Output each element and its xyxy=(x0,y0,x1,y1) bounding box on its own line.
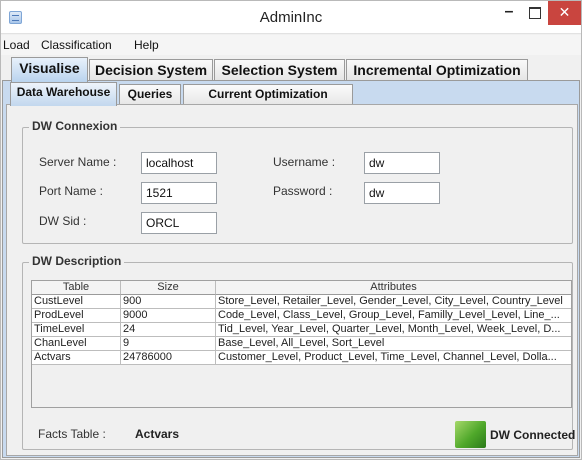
table-cell: Code_Level, Class_Level, Group_Level, Fa… xyxy=(216,309,571,323)
port-name-label: Port Name : xyxy=(39,184,104,198)
username-label: Username : xyxy=(273,155,336,169)
menu-help[interactable]: Help xyxy=(134,38,159,52)
table-cell: 9000 xyxy=(121,309,216,323)
connection-status-text: DW Connected xyxy=(490,428,576,442)
tab-data-warehouse[interactable]: Data Warehouse xyxy=(10,82,117,106)
window-title: AdminInc xyxy=(259,9,323,26)
table-cell: TimeLevel xyxy=(32,323,121,337)
menu-classification[interactable]: Classification xyxy=(41,38,112,52)
table-cell: ProdLevel xyxy=(32,309,121,323)
minimize-button[interactable]: – xyxy=(496,1,522,25)
tab-selection-system[interactable]: Selection System xyxy=(214,59,345,81)
tab-incremental-optimization[interactable]: Incremental Optimization xyxy=(346,59,528,81)
menu-load[interactable]: Load xyxy=(3,38,30,52)
tab-visualise[interactable]: Visualise xyxy=(11,57,88,82)
table-cell: Customer_Level, Product_Level, Time_Leve… xyxy=(216,351,571,365)
main-tab-bar: Visualise Decision System Selection Syst… xyxy=(1,57,581,82)
password-label: Password : xyxy=(273,184,333,198)
table-cell: 900 xyxy=(121,295,216,309)
maximize-button[interactable] xyxy=(524,1,546,25)
dw-connexion-title: DW Connexion xyxy=(29,119,121,133)
tab-queries[interactable]: Queries xyxy=(119,84,181,105)
facts-table-label: Facts Table : xyxy=(38,427,106,441)
username-input[interactable] xyxy=(364,152,440,174)
table-cell: ChanLevel xyxy=(32,337,121,351)
close-button[interactable]: ✕ xyxy=(548,1,581,25)
table-cell: Actvars xyxy=(32,351,121,365)
connection-status-icon xyxy=(455,421,486,448)
table-row[interactable]: Actvars 24786000 Customer_Level, Product… xyxy=(32,351,571,365)
password-input[interactable] xyxy=(364,182,440,204)
column-header-attributes[interactable]: Attributes xyxy=(216,281,571,295)
tab-decision-system[interactable]: Decision System xyxy=(89,59,213,81)
table-cell: Tid_Level, Year_Level, Quarter_Level, Mo… xyxy=(216,323,571,337)
server-name-input[interactable] xyxy=(141,152,217,174)
column-header-table[interactable]: Table xyxy=(32,281,121,295)
column-header-size[interactable]: Size xyxy=(121,281,216,295)
dw-sid-label: DW Sid : xyxy=(39,214,87,228)
table-row[interactable]: ProdLevel 9000 Code_Level, Class_Level, … xyxy=(32,309,571,323)
server-name-label: Server Name : xyxy=(39,155,117,169)
dw-description-title: DW Description xyxy=(29,254,125,268)
dw-sid-input[interactable] xyxy=(141,212,217,234)
table-row[interactable]: ChanLevel 9 Base_Level, All_Level, Sort_… xyxy=(32,337,571,351)
table-row[interactable]: CustLevel 900 Store_Level, Retailer_Leve… xyxy=(32,295,571,309)
table-cell: CustLevel xyxy=(32,295,121,309)
dw-description-table[interactable]: Table Size Attributes CustLevel 900 Stor… xyxy=(31,280,572,408)
port-name-input[interactable] xyxy=(141,182,217,204)
table-cell: Base_Level, All_Level, Sort_Level xyxy=(216,337,571,351)
menu-bar: Load Classification Help xyxy=(1,35,581,55)
table-cell: 24 xyxy=(121,323,216,337)
title-bar: AdminInc – ✕ xyxy=(1,1,581,34)
table-cell: 9 xyxy=(121,337,216,351)
table-cell: 24786000 xyxy=(121,351,216,365)
table-cell: Store_Level, Retailer_Level, Gender_Leve… xyxy=(216,295,571,309)
tab-current-optimization-schema[interactable]: Current Optimization Schema xyxy=(183,84,353,120)
table-header: Table Size Attributes xyxy=(32,281,571,295)
app-window: AdminInc – ✕ Load Classification Help Vi… xyxy=(0,0,582,460)
facts-table-value: Actvars xyxy=(135,427,180,441)
table-row[interactable]: TimeLevel 24 Tid_Level, Year_Level, Quar… xyxy=(32,323,571,337)
